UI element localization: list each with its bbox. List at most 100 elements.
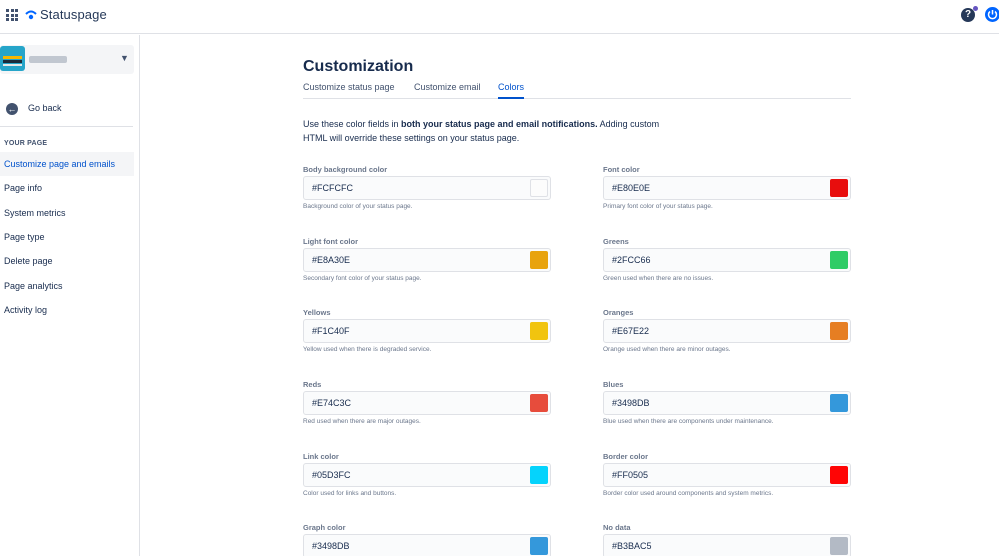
field-graph-color: Graph color #3498DB bbox=[303, 523, 551, 556]
color-value: #E80E0E bbox=[612, 183, 651, 193]
field-help: Yellow used when there is degraded servi… bbox=[303, 346, 432, 353]
statuspage-logo-icon bbox=[25, 10, 37, 19]
color-input[interactable]: #E67E22 bbox=[603, 319, 851, 343]
field-help: Orange used when there are minor outages… bbox=[603, 346, 731, 353]
color-value: #FF0505 bbox=[612, 470, 649, 480]
brand[interactable]: Statuspage bbox=[25, 7, 107, 22]
go-back-label: Go back bbox=[28, 103, 62, 113]
field-greens: Greens #2FCC66 Green used when there are… bbox=[603, 237, 851, 282]
page-switcher[interactable]: ▼ bbox=[0, 45, 134, 74]
color-value: #3498DB bbox=[612, 398, 650, 408]
color-input[interactable]: #E74C3C bbox=[303, 391, 551, 415]
top-navigation-bar: Statuspage ? bbox=[0, 0, 999, 34]
field-oranges: Oranges #E67E22 Orange used when there a… bbox=[603, 308, 851, 353]
field-label: Greens bbox=[603, 237, 629, 246]
field-help: Green used when there are no issues. bbox=[603, 275, 714, 282]
intro-bold: both your status page and email notifica… bbox=[401, 119, 598, 129]
tab-customize-status-page[interactable]: Customize status page bbox=[303, 82, 395, 99]
sidebar-item-delete-page[interactable]: Delete page bbox=[0, 249, 134, 273]
app-switcher-icon[interactable] bbox=[6, 9, 18, 21]
color-swatch[interactable] bbox=[830, 394, 848, 412]
color-value: #2FCC66 bbox=[612, 255, 651, 265]
notification-dot-icon bbox=[973, 6, 978, 11]
field-label: Body background color bbox=[303, 165, 388, 174]
color-swatch[interactable] bbox=[830, 466, 848, 484]
field-help: Secondary font color of your status page… bbox=[303, 275, 422, 282]
page-title: Customization bbox=[303, 58, 414, 75]
color-swatch[interactable] bbox=[530, 251, 548, 269]
tab-colors[interactable]: Colors bbox=[498, 82, 525, 99]
field-blues: Blues #3498DB Blue used when there are c… bbox=[603, 380, 851, 425]
brand-name: Statuspage bbox=[40, 7, 107, 22]
color-swatch[interactable] bbox=[530, 537, 548, 555]
color-swatch[interactable] bbox=[830, 179, 848, 197]
field-label: Link color bbox=[303, 452, 339, 461]
color-value: #3498DB bbox=[312, 541, 350, 551]
arrow-left-icon: ← bbox=[6, 103, 18, 115]
color-value: #E67E22 bbox=[612, 326, 650, 336]
field-label: Graph color bbox=[303, 523, 346, 532]
field-label: Light font color bbox=[303, 237, 358, 246]
color-input[interactable]: #3498DB bbox=[303, 534, 551, 556]
section-heading: YOUR PAGE bbox=[4, 140, 48, 147]
field-yellows: Yellows #F1C40F Yellow used when there i… bbox=[303, 308, 551, 353]
color-input[interactable]: #2FCC66 bbox=[603, 248, 851, 272]
sidebar-item-page-type[interactable]: Page type bbox=[0, 225, 134, 249]
color-swatch[interactable] bbox=[830, 251, 848, 269]
field-link-color: Link color #05D3FC Color used for links … bbox=[303, 452, 551, 497]
field-help: Background color of your status page. bbox=[303, 203, 413, 210]
color-value: #E8A30E bbox=[312, 255, 351, 265]
color-input[interactable]: #B3BAC5 bbox=[603, 534, 851, 556]
color-value: #E74C3C bbox=[312, 398, 352, 408]
power-icon bbox=[987, 10, 998, 20]
field-font-color: Font color #E80E0E Primary font color of… bbox=[603, 165, 851, 210]
sidebar-item-page-analytics[interactable]: Page analytics bbox=[0, 274, 134, 298]
field-light-font-color: Light font color #E8A30E Secondary font … bbox=[303, 237, 551, 282]
color-swatch[interactable] bbox=[530, 466, 548, 484]
field-body-background-color: Body background color #FCFCFC Background… bbox=[303, 165, 551, 210]
color-swatch[interactable] bbox=[830, 322, 848, 340]
field-label: Reds bbox=[303, 380, 322, 389]
color-value: #FCFCFC bbox=[312, 183, 353, 193]
field-label: Yellows bbox=[303, 308, 331, 317]
tab-bar: Customize status page Customize email Co… bbox=[303, 82, 851, 99]
intro-text: Use these color fields in both your stat… bbox=[303, 119, 660, 143]
sidebar-item-activity-log[interactable]: Activity log bbox=[0, 298, 134, 322]
field-reds: Reds #E74C3C Red used when there are maj… bbox=[303, 380, 551, 425]
field-help: Red used when there are major outages. bbox=[303, 418, 421, 425]
color-value: #B3BAC5 bbox=[612, 541, 652, 551]
color-input[interactable]: #E80E0E bbox=[603, 176, 851, 200]
sidebar-divider bbox=[0, 126, 133, 127]
field-border-color: Border color #FF0505 Border color used a… bbox=[603, 452, 851, 497]
sidebar-item-system-metrics[interactable]: System metrics bbox=[0, 201, 134, 225]
tab-customize-email[interactable]: Customize email bbox=[414, 82, 481, 99]
field-label: No data bbox=[603, 523, 631, 532]
field-no-data: No data #B3BAC5 bbox=[603, 523, 851, 556]
color-swatch[interactable] bbox=[530, 322, 548, 340]
chevron-down-icon: ▼ bbox=[120, 53, 129, 63]
sidebar-item-customize-page[interactable]: Customize page and emails bbox=[0, 152, 134, 176]
field-help: Border color used around components and … bbox=[603, 490, 774, 497]
color-input[interactable]: #05D3FC bbox=[303, 463, 551, 487]
sidebar: ▼ ← Go back YOUR PAGE Customize page and… bbox=[0, 35, 140, 556]
sidebar-item-page-info[interactable]: Page info bbox=[0, 176, 134, 200]
field-help: Primary font color of your status page. bbox=[603, 203, 713, 210]
color-input[interactable]: #FCFCFC bbox=[303, 176, 551, 200]
color-value: #05D3FC bbox=[312, 470, 351, 480]
go-back-link[interactable]: ← Go back bbox=[0, 101, 139, 121]
color-input[interactable]: #E8A30E bbox=[303, 248, 551, 272]
field-label: Oranges bbox=[603, 308, 634, 317]
profile-avatar[interactable] bbox=[985, 7, 999, 22]
field-label: Border color bbox=[603, 452, 649, 461]
color-swatch[interactable] bbox=[830, 537, 848, 555]
color-input[interactable]: #FF0505 bbox=[603, 463, 851, 487]
field-label: Font color bbox=[603, 165, 640, 174]
color-swatch[interactable] bbox=[530, 179, 548, 197]
color-input[interactable]: #3498DB bbox=[603, 391, 851, 415]
field-label: Blues bbox=[603, 380, 624, 389]
color-value: #F1C40F bbox=[312, 326, 350, 336]
field-help: Color used for links and buttons. bbox=[303, 490, 397, 497]
color-input[interactable]: #F1C40F bbox=[303, 319, 551, 343]
color-swatch[interactable] bbox=[530, 394, 548, 412]
page-avatar bbox=[0, 46, 25, 71]
